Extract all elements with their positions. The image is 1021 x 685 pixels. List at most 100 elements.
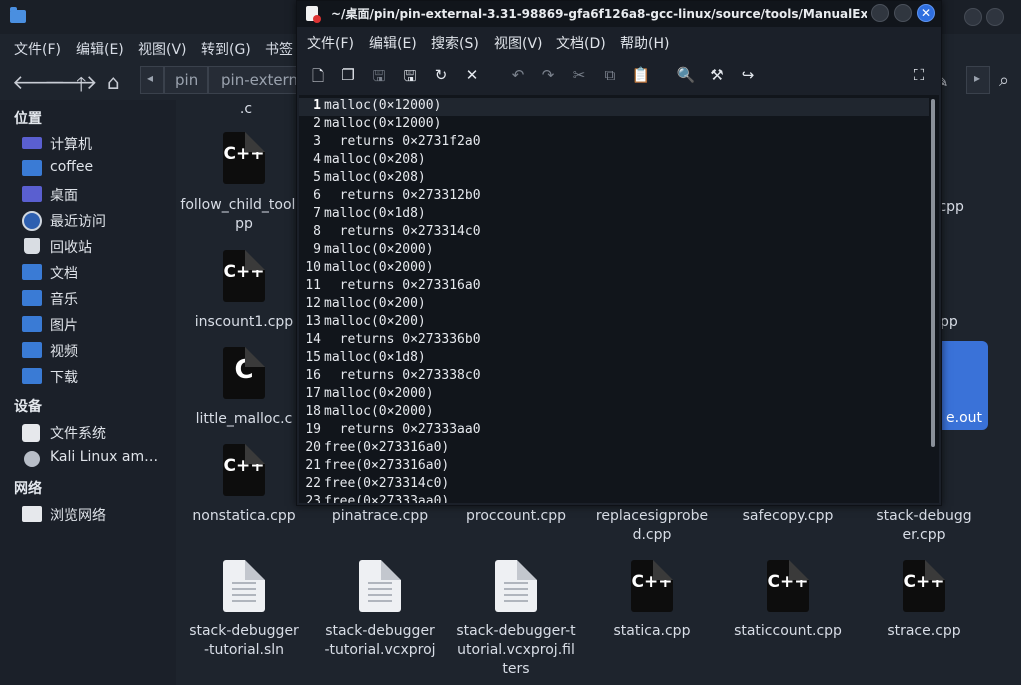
sidebar-item-pictures[interactable]: 图片 xyxy=(22,314,172,336)
find-icon[interactable]: 🔍 xyxy=(676,66,696,84)
selected-file-item[interactable]: e.out xyxy=(940,341,988,430)
file-item[interactable]: stack-debugger-tutorial.sln xyxy=(176,560,312,670)
sidebar-item-kali-disc[interactable]: Kali Linux am…⏏ xyxy=(22,448,193,470)
sidebar-item-downloads[interactable]: 下载 xyxy=(22,366,172,388)
reload-icon[interactable]: ↻ xyxy=(431,66,451,84)
line-number: 3 xyxy=(313,134,321,149)
menu-edit[interactable]: 编辑(E) xyxy=(76,39,124,59)
save-icon[interactable]: 🖫 xyxy=(369,66,389,91)
network-icon xyxy=(22,506,42,522)
sidebar-item-computer[interactable]: 计算机 xyxy=(22,133,172,155)
file-name: .cpp xyxy=(934,199,964,215)
file-item[interactable]: stack-debugger-tutorial.vcxproj xyxy=(312,560,448,670)
new-window-icon[interactable]: ❐ xyxy=(338,66,358,84)
sidebar-item-filesystem[interactable]: 文件系统 xyxy=(22,422,172,444)
minimize-button[interactable] xyxy=(871,4,889,22)
file-item[interactable]: C++ staticcount.cpp xyxy=(720,560,856,650)
menu-view[interactable]: 视图(V) xyxy=(494,33,543,53)
sidebar-item-desktop[interactable]: 桌面 xyxy=(22,184,172,206)
file-name: nonstatica.cpp xyxy=(192,508,296,524)
minimize-button[interactable] xyxy=(964,8,982,26)
close-button[interactable]: ✕ xyxy=(917,4,935,22)
code-line: malloc(0×208) xyxy=(324,170,426,185)
undo-icon[interactable]: ↶ xyxy=(508,66,528,84)
menu-search[interactable]: 搜索(S) xyxy=(431,33,479,53)
desktop-folder-icon xyxy=(22,186,42,202)
line-number: 9 xyxy=(313,242,321,257)
up-arrow-icon[interactable]: 🡑 xyxy=(76,70,86,104)
paste-icon[interactable]: 📋 xyxy=(631,66,651,84)
file-name: stack-debugger-tutorial.sln xyxy=(189,623,299,658)
pictures-folder-icon xyxy=(22,316,42,332)
editor-text-area[interactable]: 1 malloc(0×12000) 2 malloc(0×12000) 3 return… xyxy=(299,95,939,503)
fullscreen-icon[interactable]: ⛶ xyxy=(909,66,929,84)
menu-document[interactable]: 文档(D) xyxy=(556,33,606,53)
file-name: replacesigprobed.cpp xyxy=(595,508,709,543)
menu-help[interactable]: 帮助(H) xyxy=(620,33,669,53)
line-number: 13 xyxy=(305,314,321,329)
sidebar-item-videos[interactable]: 视频 xyxy=(22,340,172,362)
cpp-file-icon: C++ xyxy=(223,250,265,302)
maximize-button[interactable] xyxy=(986,8,1004,26)
breadcrumb-right-arrow[interactable]: ▸ xyxy=(966,66,990,94)
editor-titlebar[interactable]: ~/桌面/pin/pin-external-3.31-98869-gfa6f12… xyxy=(297,1,941,27)
c-file-icon: C xyxy=(223,347,265,399)
breadcrumb-left-arrow[interactable]: ◂ xyxy=(140,66,164,94)
file-item[interactable]: C++ nonstatica.cpp xyxy=(176,444,312,534)
cpp-file-icon: C++ xyxy=(631,560,673,612)
code-line: returns 0×273336b0 xyxy=(324,332,481,347)
sidebar: 位置 计算机 coffee 桌面 最近访问 回收站 文档 音乐 图片 视频 下载… xyxy=(0,100,193,685)
sidebar-item-coffee[interactable]: coffee xyxy=(22,158,172,180)
forward-arrow-icon[interactable]: 🡒 xyxy=(44,70,98,94)
devices-header: 设备 xyxy=(14,399,42,415)
maximize-button[interactable] xyxy=(894,4,912,22)
menu-go[interactable]: 转到(G) xyxy=(201,39,251,59)
copy-icon[interactable]: ⧉ xyxy=(600,66,620,84)
editor-title: ~/桌面/pin/pin-external-3.31-98869-gfa6f12… xyxy=(331,7,867,21)
code-line: free(0×273314c0) xyxy=(324,476,450,491)
sidebar-item-recent[interactable]: 最近访问 xyxy=(22,210,172,232)
file-item[interactable]: C++ follow_child_tool.cpp xyxy=(176,132,312,242)
line-number: 5 xyxy=(313,170,321,185)
home-icon[interactable]: ⌂ xyxy=(107,70,120,94)
code-line: malloc(0×12000) xyxy=(324,116,442,131)
line-number: 22 xyxy=(305,476,321,491)
documents-folder-icon xyxy=(22,264,42,280)
sidebar-item-browse-network[interactable]: 浏览网络 xyxy=(22,504,172,526)
breadcrumb-item-pin[interactable]: pin xyxy=(164,66,208,94)
vertical-scrollbar[interactable] xyxy=(931,99,935,447)
menu-file[interactable]: 文件(F) xyxy=(14,39,61,59)
file-item[interactable]: C++ inscount1.cpp xyxy=(176,250,312,340)
line-number: 21 xyxy=(305,458,321,473)
breadcrumb-item-pin-external[interactable]: pin-externa xyxy=(208,66,304,94)
file-name: safecopy.cpp xyxy=(742,508,834,524)
redo-icon[interactable]: ↷ xyxy=(538,66,558,84)
computer-icon xyxy=(22,137,42,149)
search-icon[interactable]: ⌕ xyxy=(999,70,1009,91)
file-item[interactable]: C++ strace.cpp xyxy=(856,560,992,650)
sidebar-item-music[interactable]: 音乐 xyxy=(22,288,172,310)
code-line: malloc(0×2000) xyxy=(324,386,434,401)
line-number: 17 xyxy=(305,386,321,401)
save-as-icon[interactable]: 🖫 xyxy=(400,66,420,91)
file-item[interactable]: C little_malloc.c xyxy=(176,347,312,437)
close-document-icon[interactable]: ✕ xyxy=(462,66,482,84)
places-header: 位置 xyxy=(14,111,42,127)
goto-line-icon[interactable]: ↪ xyxy=(738,66,758,84)
menu-edit[interactable]: 编辑(E) xyxy=(369,33,417,53)
menu-bookmarks[interactable]: 书签 xyxy=(265,39,293,59)
code-line: malloc(0×208) xyxy=(324,152,426,167)
menu-file[interactable]: 文件(F) xyxy=(307,33,354,53)
menu-view[interactable]: 视图(V) xyxy=(138,39,187,59)
code-line: returns 0×273314c0 xyxy=(324,224,481,239)
new-document-icon[interactable]: 🗋 xyxy=(308,66,328,91)
sidebar-item-documents[interactable]: 文档 xyxy=(22,262,172,284)
cpp-file-icon: C++ xyxy=(903,560,945,612)
file-item[interactable]: stack-debugger-tutorial.vcxproj.filters xyxy=(448,560,584,680)
cut-icon[interactable]: ✂ xyxy=(569,66,589,84)
file-item[interactable]: C++ statica.cpp xyxy=(584,560,720,650)
find-replace-icon[interactable]: ⚒ xyxy=(707,66,727,84)
cpp-file-icon: C++ xyxy=(223,444,265,496)
sidebar-item-trash[interactable]: 回收站 xyxy=(22,236,172,258)
file-name: stack-debugger.cpp xyxy=(876,508,972,543)
